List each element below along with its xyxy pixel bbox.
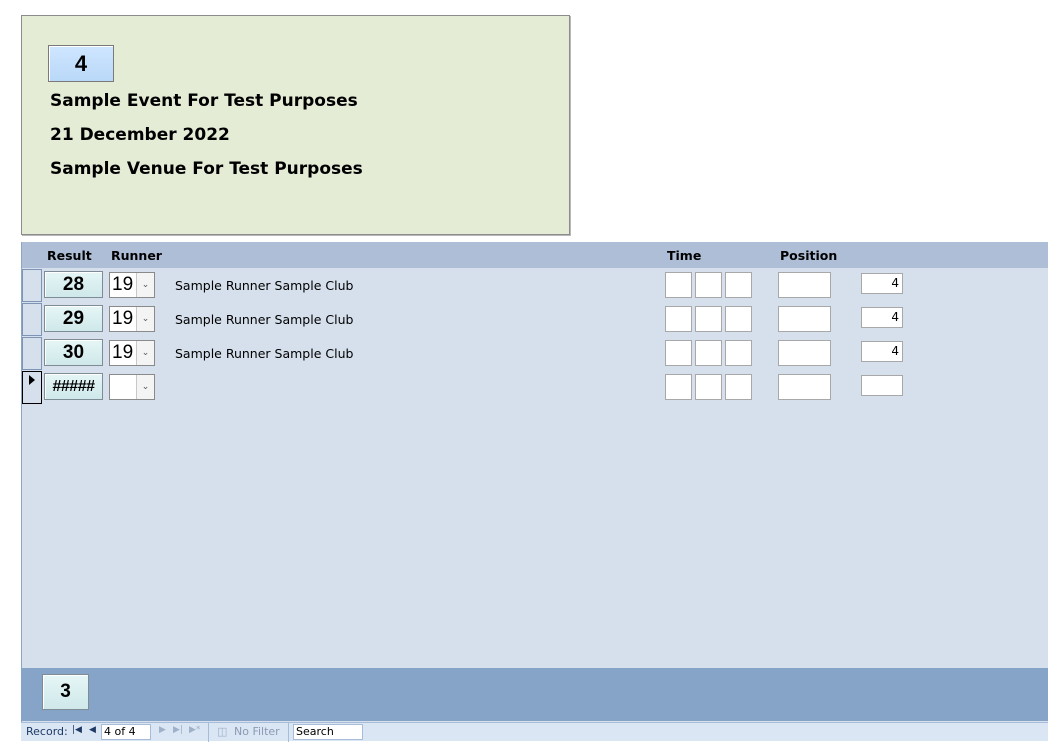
runner-combo[interactable]: 19 ⌄	[109, 340, 155, 366]
runner-combo[interactable]: ⌄	[109, 374, 155, 400]
runner-name: Sample Runner Sample Club	[175, 278, 354, 293]
position-field[interactable]	[778, 306, 831, 332]
filter-toggle[interactable]: No Filter	[234, 725, 280, 738]
record-selector[interactable]	[22, 371, 42, 404]
result-button[interactable]: 28	[44, 271, 103, 298]
event-venue: Sample Venue For Test Purposes	[50, 159, 363, 179]
count-field[interactable]	[861, 375, 903, 396]
runner-combo[interactable]: 19 ⌄	[109, 272, 155, 298]
result-button[interactable]: 29	[44, 305, 103, 332]
record-navigation-bar: Record: |◀ ◀ 4 of 4 ▶ ▶| ▶* ◫ No Filter …	[21, 722, 1048, 742]
next-record-icon[interactable]: ▶	[159, 725, 166, 735]
runner-column-header: Runner	[111, 248, 162, 263]
record-selector[interactable]	[22, 303, 42, 336]
position-field[interactable]	[778, 374, 831, 400]
count-field[interactable]: 4	[861, 307, 903, 328]
time-minutes-field[interactable]	[695, 306, 722, 332]
subform-footer: 3	[21, 668, 1048, 721]
position-column-header: Position	[780, 248, 838, 263]
event-panel: 4 Sample Event For Test Purposes 21 Dece…	[21, 15, 570, 235]
last-record-icon[interactable]: ▶|	[173, 725, 183, 735]
time-seconds-field[interactable]	[725, 374, 752, 400]
count-field[interactable]: 4	[861, 273, 903, 294]
first-record-icon[interactable]: |◀	[72, 725, 82, 735]
record-selector[interactable]	[22, 269, 42, 302]
record-selector[interactable]	[22, 337, 42, 370]
time-minutes-field[interactable]	[695, 272, 722, 298]
time-minutes-field[interactable]	[695, 340, 722, 366]
time-hours-field[interactable]	[665, 272, 692, 298]
results-subform: Result Runner Time Position 28 19 ⌄ Samp…	[21, 242, 1048, 722]
time-column-header: Time	[667, 248, 702, 263]
result-button[interactable]: #####	[44, 373, 103, 400]
event-date: 21 December 2022	[50, 125, 230, 145]
time-seconds-field[interactable]	[725, 272, 752, 298]
runner-id-value: 19	[112, 274, 134, 295]
time-seconds-field[interactable]	[725, 306, 752, 332]
time-seconds-field[interactable]	[725, 340, 752, 366]
runner-combo[interactable]: 19 ⌄	[109, 306, 155, 332]
column-header-band: Result Runner Time Position	[22, 242, 1048, 268]
nav-separator	[208, 723, 209, 742]
runner-id-value: 19	[112, 308, 134, 329]
previous-record-icon[interactable]: ◀	[89, 725, 96, 735]
event-name: Sample Event For Test Purposes	[50, 91, 358, 111]
chevron-down-icon[interactable]: ⌄	[136, 341, 154, 365]
new-record-icon[interactable]: ▶*	[189, 725, 200, 735]
time-hours-field[interactable]	[665, 306, 692, 332]
chevron-down-icon[interactable]: ⌄	[136, 375, 154, 399]
event-id-button[interactable]: 4	[48, 45, 114, 82]
position-field[interactable]	[778, 272, 831, 298]
result-button[interactable]: 30	[44, 339, 103, 366]
position-field[interactable]	[778, 340, 831, 366]
result-column-header: Result	[47, 248, 92, 263]
time-minutes-field[interactable]	[695, 374, 722, 400]
time-hours-field[interactable]	[665, 374, 692, 400]
time-hours-field[interactable]	[665, 340, 692, 366]
filter-icon[interactable]: ◫	[217, 725, 227, 738]
chevron-down-icon[interactable]: ⌄	[136, 307, 154, 331]
runner-id-value: 19	[112, 342, 134, 363]
search-input[interactable]: Search	[293, 724, 363, 740]
runner-name: Sample Runner Sample Club	[175, 312, 354, 327]
nav-separator	[288, 723, 289, 742]
record-label: Record:	[26, 725, 68, 738]
record-pointer-icon	[29, 375, 35, 385]
runner-id-value	[110, 375, 136, 399]
record-position-input[interactable]: 4 of 4	[101, 724, 151, 740]
runner-name: Sample Runner Sample Club	[175, 346, 354, 361]
footer-count-button[interactable]: 3	[42, 674, 89, 710]
chevron-down-icon[interactable]: ⌄	[136, 273, 154, 297]
count-field[interactable]: 4	[861, 341, 903, 362]
